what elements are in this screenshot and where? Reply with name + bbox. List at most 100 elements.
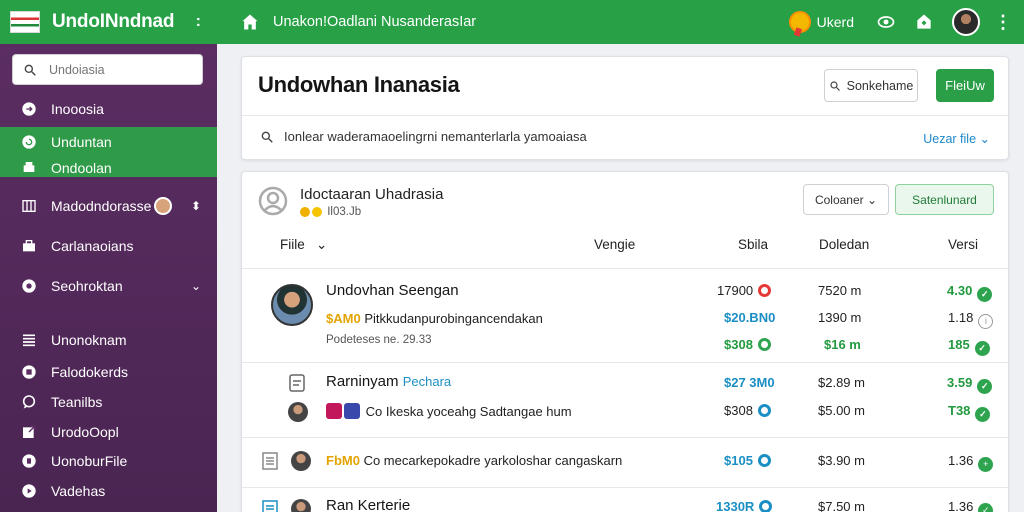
- check-icon: ✓: [978, 503, 994, 512]
- notification-icon[interactable]: [914, 12, 934, 32]
- cell-text: 17900: [717, 283, 754, 298]
- sidebar-item-6[interactable]: Seohroktan ⌄: [0, 274, 217, 298]
- divider: [242, 362, 1008, 363]
- cell-value: $105: [724, 453, 771, 468]
- row-title[interactable]: Rarninyam Pechara: [326, 373, 451, 390]
- cell-value: $7.50 m: [818, 499, 865, 512]
- cell-text: T38: [948, 403, 971, 418]
- cell-text: 1330R: [716, 499, 755, 512]
- chevron-down-icon[interactable]: ⌄: [191, 279, 201, 293]
- eye-icon[interactable]: [876, 12, 896, 32]
- group-subtitle: Il03.Jb: [300, 206, 361, 218]
- cell-text: 3.59: [947, 375, 973, 390]
- sidebar-item-3[interactable]: Ondoolan: [20, 158, 217, 178]
- columns-dropdown[interactable]: Coloaner ⌄: [803, 184, 889, 215]
- column-header-5[interactable]: Versi: [948, 237, 978, 252]
- document-icon: [262, 500, 278, 512]
- home-icon[interactable]: [239, 12, 261, 32]
- table-card: Idoctaaran Uhadrasia Il03.Jb Coloaner ⌄ …: [241, 171, 1009, 512]
- cell-value: 1.36 ✓: [948, 499, 994, 512]
- book-icon: [20, 198, 37, 215]
- sidebar-search[interactable]: [12, 54, 203, 85]
- check-icon: ✓: [975, 407, 991, 422]
- sidebar-item-label: UrodoOopl: [51, 424, 119, 440]
- check-icon: ✓: [974, 341, 990, 356]
- badge-icon: [20, 364, 37, 381]
- column-header-file[interactable]: Fiile ⌄: [280, 237, 327, 253]
- expand-icon[interactable]: ⬍: [191, 199, 201, 213]
- flag-logo: [10, 11, 40, 33]
- row-title[interactable]: Undovhan Seengan: [326, 282, 459, 299]
- sidebar-search-input[interactable]: [49, 62, 189, 77]
- cell-value: $20.BN0: [724, 310, 776, 325]
- cell-value: $27 3M0: [724, 375, 775, 390]
- sidebar-item-4[interactable]: Madodndorasse ⬍: [0, 194, 217, 218]
- column-header-4[interactable]: Doledan: [819, 237, 869, 252]
- search-icon: [24, 64, 36, 76]
- row-avatar: [291, 451, 311, 471]
- row-avatar: [291, 499, 311, 512]
- status-blue-icon: [757, 454, 771, 467]
- brand[interactable]: UndoINndnad :: [0, 0, 217, 44]
- user-thumb-icon: [326, 403, 342, 419]
- filter-search[interactable]: Ionlear waderamaoelingrni nemanterlarla …: [260, 129, 587, 144]
- print-icon: [20, 160, 37, 177]
- sidebar-item-7[interactable]: Unonoknam: [0, 328, 217, 352]
- row-desc-text: Co Ikeska yoceahg Sadtangae hum: [365, 404, 572, 419]
- sidebar-item-11[interactable]: UonoburFile: [0, 449, 217, 473]
- user-label[interactable]: Ukerd: [817, 14, 854, 30]
- filter-dropdown-link[interactable]: Uezar file ⌄: [923, 131, 990, 146]
- header-card: Undowhan Inanasia Sonkehame FleiUw Ionle…: [241, 56, 1009, 160]
- award-icon: [788, 11, 811, 33]
- check-icon: ✓: [977, 379, 993, 394]
- chevron-down-icon: ⌄: [866, 192, 878, 207]
- cell-text: 1.36: [948, 453, 974, 468]
- cell-value: 1390 m: [818, 310, 862, 325]
- cell-value: $308: [724, 403, 771, 418]
- cell-text: $308: [724, 403, 753, 418]
- sidebar-item-12[interactable]: Vadehas: [0, 479, 217, 503]
- divider: [242, 268, 1008, 269]
- page-title: Undowhan Inanasia: [258, 72, 460, 97]
- row-title-text: Rarninyam: [326, 373, 399, 390]
- group-avatar-icon: [258, 186, 288, 216]
- more-vertical-icon[interactable]: ⋮: [994, 12, 1012, 33]
- row-desc-text: Co mecarkepokadre yarkoloshar cangaskarn: [363, 453, 623, 468]
- sidebar-item-label: UonoburFile: [51, 453, 128, 469]
- brand-menu-icon[interactable]: :: [196, 13, 201, 31]
- primary-button[interactable]: FleiUw: [936, 69, 994, 102]
- sidebar-item-9[interactable]: Teanilbs: [0, 390, 217, 414]
- cell-value: 1.18 i: [948, 310, 994, 329]
- cell-value: 7520 m: [818, 283, 862, 298]
- row-tag: Pechara: [402, 374, 452, 389]
- user-avatar[interactable]: [952, 8, 980, 36]
- column-header-3[interactable]: Sbila: [738, 237, 768, 252]
- row-avatar: [288, 402, 308, 422]
- plus-icon: +: [978, 457, 994, 472]
- cell-text: 1.36: [948, 499, 974, 512]
- filter-text: Ionlear waderamaoelingrni nemanterlarla …: [284, 129, 587, 144]
- cell-value: $16 m: [824, 337, 861, 352]
- column-header-2[interactable]: Vengie: [594, 237, 635, 252]
- row-desc[interactable]: FbM0 Co mecarkepokadre yarkoloshar canga…: [326, 453, 622, 468]
- filter-link-label: Uezar file: [923, 132, 977, 146]
- cell-value: T38 ✓: [948, 403, 991, 422]
- row-title[interactable]: Ran Kerterie: [326, 497, 410, 512]
- columns-label: Coloaner: [814, 192, 864, 207]
- cell-text: $308: [724, 337, 753, 352]
- search-button[interactable]: Sonkehame: [824, 69, 918, 102]
- item-avatar: [154, 197, 173, 215]
- sidebar-item-8[interactable]: Falodokerds: [0, 360, 217, 384]
- cell-value: 185 ✓: [948, 337, 990, 356]
- cell-value: $2.89 m: [818, 375, 865, 390]
- sidebar-item-label: Unduntan: [51, 134, 112, 150]
- save-button[interactable]: Satenlunard: [895, 184, 994, 215]
- sidebar-item-2[interactable]: Unduntan: [20, 132, 217, 152]
- sidebar-item-10[interactable]: UrodoOopl: [0, 420, 217, 444]
- sidebar-item-1[interactable]: Inooosia: [0, 97, 217, 121]
- group-title: Idoctaaran Uhadrasia: [300, 186, 444, 203]
- sidebar-active-group: Unduntan Ondoolan: [0, 127, 217, 177]
- row-desc: $AM0 Pitkkudanpurobingancendakan: [326, 311, 543, 326]
- sidebar-item-5[interactable]: Carlanaoians: [0, 234, 217, 258]
- breadcrumb[interactable]: Unakon!Oadlani NusanderasIar: [273, 14, 476, 30]
